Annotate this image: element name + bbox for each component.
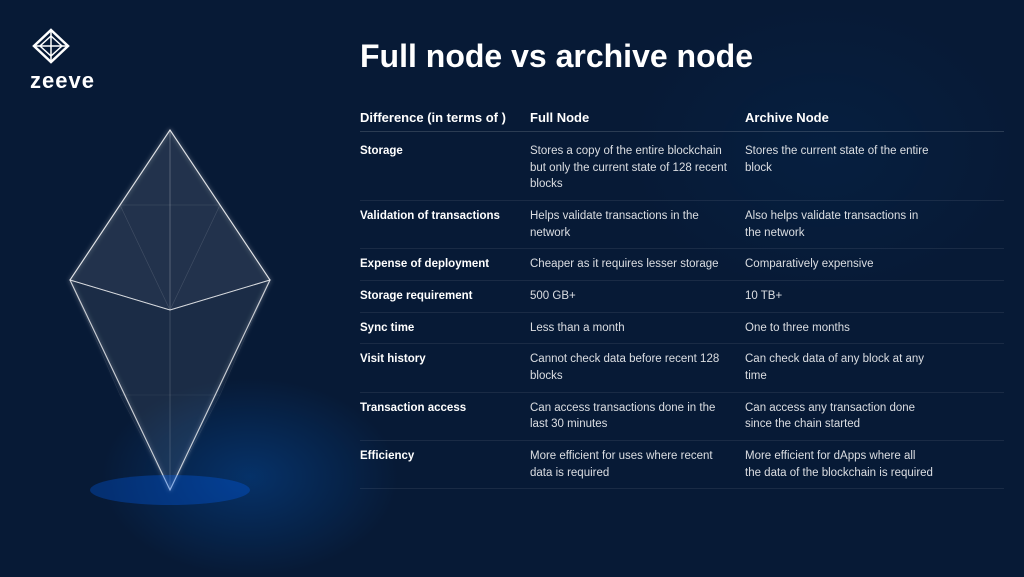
zeeve-logo-icon: [30, 28, 72, 64]
table-row: Sync timeLess than a monthOne to three m…: [360, 313, 1004, 345]
cell-archive-node: Stores the current state of the entire b…: [745, 143, 945, 176]
table-row: StorageStores a copy of the entire block…: [360, 136, 1004, 201]
cell-full-node: More efficient for uses where recent dat…: [530, 448, 745, 481]
table-row: Validation of transactionsHelps validate…: [360, 201, 1004, 249]
logo: zeeve: [30, 28, 95, 94]
cell-full-node: Can access transactions done in the last…: [530, 400, 745, 433]
cell-difference: Efficiency: [360, 448, 530, 465]
cell-full-node: Less than a month: [530, 320, 745, 337]
cell-difference: Expense of deployment: [360, 256, 530, 273]
cell-archive-node: One to three months: [745, 320, 945, 337]
table-row: EfficiencyMore efficient for uses where …: [360, 441, 1004, 489]
table-row: Expense of deploymentCheaper as it requi…: [360, 249, 1004, 281]
cell-full-node: Helps validate transactions in the netwo…: [530, 208, 745, 241]
table-row: Visit historyCannot check data before re…: [360, 344, 1004, 392]
cell-difference: Storage: [360, 143, 530, 160]
table-row: Transaction accessCan access transaction…: [360, 393, 1004, 441]
cell-archive-node: More efficient for dApps where all the d…: [745, 448, 945, 481]
cell-difference: Visit history: [360, 351, 530, 368]
table-row: Storage requirement500 GB+10 TB+: [360, 281, 1004, 313]
table-body: StorageStores a copy of the entire block…: [360, 136, 1004, 489]
page-title: Full node vs archive node: [360, 38, 753, 75]
cell-full-node: Cannot check data before recent 128 bloc…: [530, 351, 745, 384]
col-header-full-node: Full Node: [530, 110, 745, 125]
cell-full-node: 500 GB+: [530, 288, 745, 305]
cell-archive-node: Comparatively expensive: [745, 256, 945, 273]
logo-text: zeeve: [30, 68, 95, 94]
cell-difference: Validation of transactions: [360, 208, 530, 225]
ethereum-graphic: [30, 100, 310, 520]
col-header-difference: Difference (in terms of ): [360, 110, 530, 125]
col-header-archive-node: Archive Node: [745, 110, 945, 125]
cell-difference: Transaction access: [360, 400, 530, 417]
cell-full-node: Cheaper as it requires lesser storage: [530, 256, 745, 273]
cell-archive-node: 10 TB+: [745, 288, 945, 305]
cell-difference: Storage requirement: [360, 288, 530, 305]
cell-difference: Sync time: [360, 320, 530, 337]
cell-full-node: Stores a copy of the entire blockchain b…: [530, 143, 745, 193]
cell-archive-node: Also helps validate transactions in the …: [745, 208, 945, 241]
table-header: Difference (in terms of ) Full Node Arch…: [360, 110, 1004, 132]
cell-archive-node: Can check data of any block at any time: [745, 351, 945, 384]
cell-archive-node: Can access any transaction done since th…: [745, 400, 945, 433]
comparison-table: Difference (in terms of ) Full Node Arch…: [360, 110, 1004, 557]
